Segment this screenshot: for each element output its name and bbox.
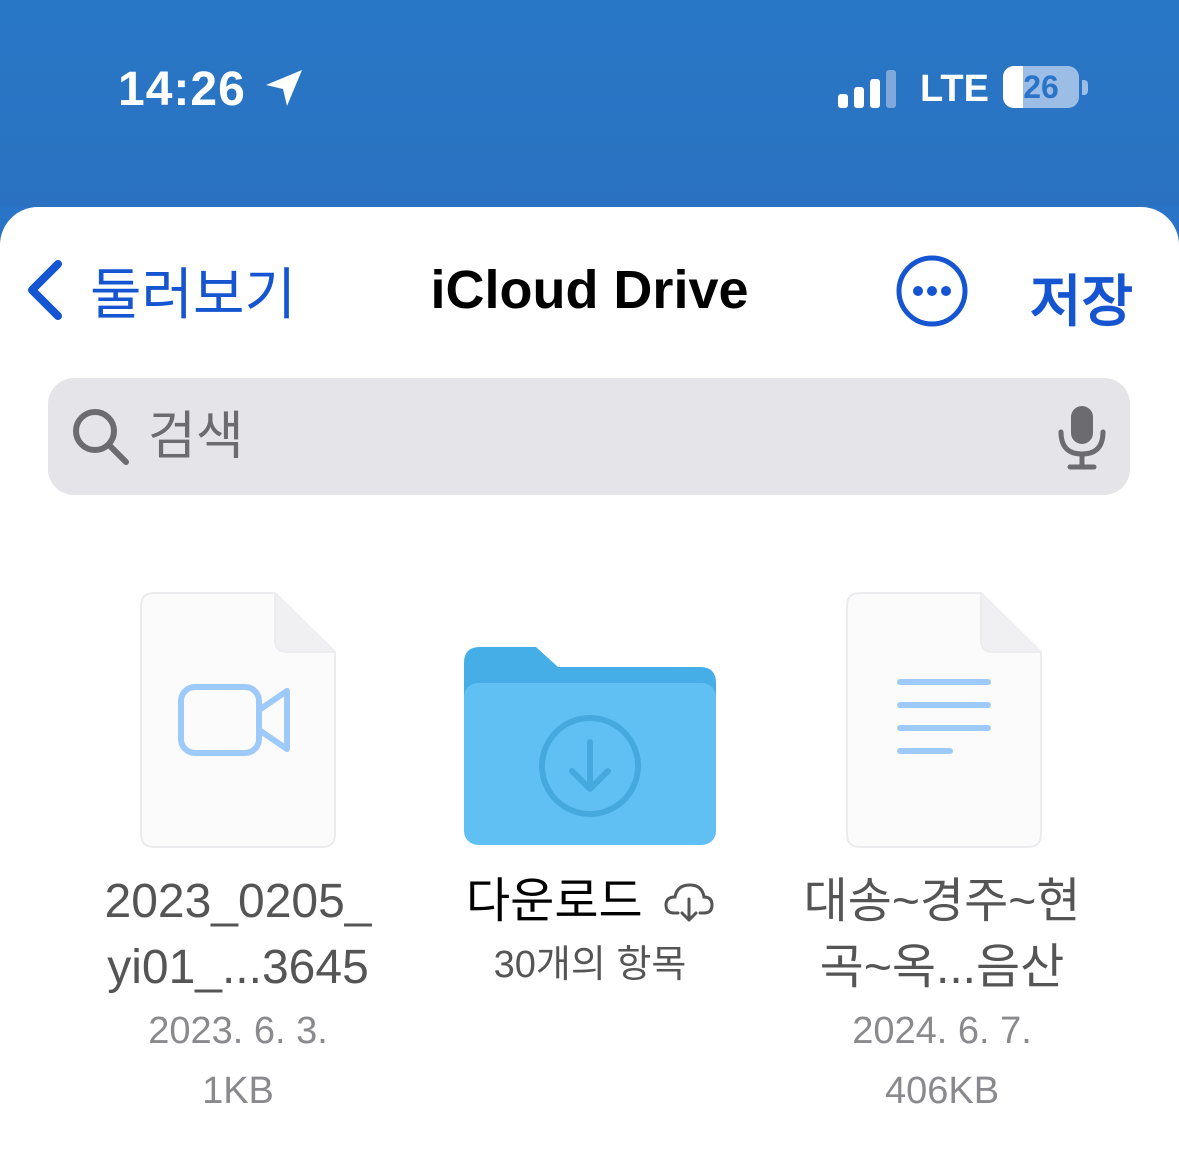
microphone-icon[interactable] xyxy=(1054,404,1110,470)
status-time: 14:26 xyxy=(118,63,246,116)
file-name-line-2: 곡~옥...음산 xyxy=(819,941,1065,994)
file-item[interactable]: 대송~경주~현 곡~옥...음산 2024. 6. 7. 406KB xyxy=(772,587,1112,1121)
folder-name: 다운로드 xyxy=(466,875,643,928)
back-button-label: 둘러보기 xyxy=(90,262,297,326)
battery-level: 26 xyxy=(1023,69,1059,105)
search-icon xyxy=(73,409,129,465)
file-name-line-1: 2023_0205_ xyxy=(104,875,372,928)
file-item[interactable]: 2023_0205_ yi01_...3645 2023. 6. 3. 1KB xyxy=(68,587,408,1121)
file-name-line-1: 대송~경주~현 xyxy=(803,875,1081,928)
file-name-line-2: yi01_...3645 xyxy=(107,941,369,994)
save-button[interactable]: 저장 xyxy=(1030,257,1133,338)
search-input[interactable] xyxy=(148,378,1028,495)
more-options-icon[interactable] xyxy=(896,255,968,327)
search-bar[interactable] xyxy=(48,378,1130,495)
file-date: 2023. 6. 3. xyxy=(148,1010,328,1052)
folder-item[interactable]: 다운로드 30개의 항목 xyxy=(420,587,760,995)
folder-item-count: 30개의 항목 xyxy=(493,944,687,986)
file-size: 406KB xyxy=(884,1070,1000,1112)
location-arrow-icon xyxy=(266,70,302,106)
network-type: LTE xyxy=(920,68,989,110)
navigation-bar: 둘러보기 iCloud Drive 저장 xyxy=(0,207,1179,357)
folder-name-row: 다운로드 xyxy=(420,869,760,935)
download-folder-icon xyxy=(464,647,716,845)
file-browser-sheet: 둘러보기 iCloud Drive 저장 검색 2023_0205_ yi01_… xyxy=(0,207,1179,1165)
battery-icon: 26 xyxy=(1003,66,1089,110)
back-button[interactable]: 둘러보기 xyxy=(24,255,296,326)
file-size: 1KB xyxy=(202,1070,274,1112)
status-bar: 14:26 LTE 26 xyxy=(0,0,1179,207)
chevron-left-icon xyxy=(28,260,62,320)
video-file-icon xyxy=(140,592,336,848)
cellular-signal-icon xyxy=(838,70,896,108)
text-document-icon xyxy=(846,592,1042,848)
file-date: 2024. 6. 7. xyxy=(852,1010,1032,1052)
cloud-download-icon xyxy=(664,883,714,922)
